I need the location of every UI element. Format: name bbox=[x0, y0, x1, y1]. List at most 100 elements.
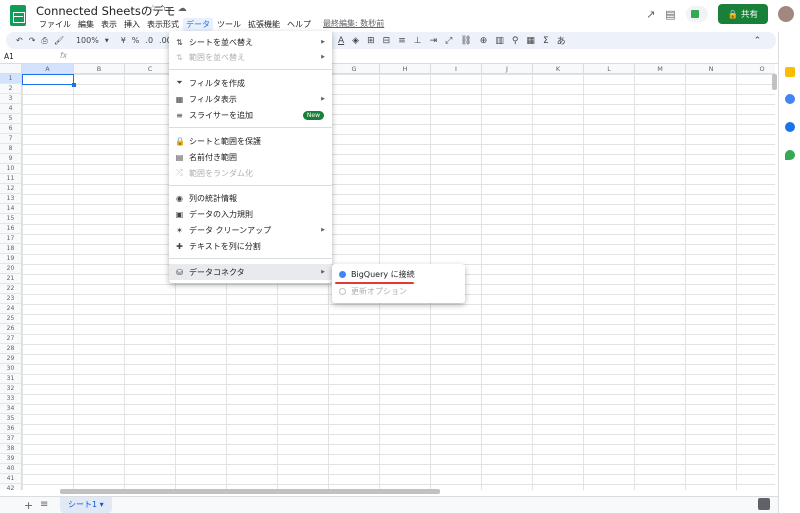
star-icon[interactable]: ☆ bbox=[149, 4, 157, 14]
column-header[interactable]: M bbox=[635, 64, 686, 74]
menu-item-data-cleanup[interactable]: ✶ データ クリーンアップ ▶ bbox=[169, 223, 332, 237]
undo-icon[interactable]: ↶ bbox=[16, 36, 23, 45]
text-color-icon[interactable]: A bbox=[338, 36, 344, 46]
row-header[interactable]: 32 bbox=[0, 384, 22, 394]
sheets-logo-icon[interactable] bbox=[10, 5, 26, 26]
fill-color-icon[interactable]: ◈ bbox=[352, 36, 359, 46]
borders-icon[interactable]: ⊞ bbox=[367, 36, 375, 46]
column-header[interactable]: I bbox=[431, 64, 482, 74]
menu-tools[interactable]: ツール bbox=[214, 18, 244, 31]
menu-edit[interactable]: 編集 bbox=[75, 18, 97, 31]
menu-view[interactable]: 表示 bbox=[98, 18, 120, 31]
print-icon[interactable]: ⎙ bbox=[41, 36, 47, 46]
currency-button[interactable]: ¥ bbox=[121, 36, 126, 45]
row-header[interactable]: 23 bbox=[0, 294, 22, 304]
explore-icon[interactable] bbox=[758, 498, 770, 510]
row-header[interactable]: 34 bbox=[0, 404, 22, 414]
redo-icon[interactable]: ↷ bbox=[29, 36, 36, 45]
column-header[interactable]: A bbox=[22, 64, 74, 74]
row-header[interactable]: 14 bbox=[0, 204, 22, 214]
vertical-scrollbar[interactable] bbox=[772, 74, 777, 90]
align-icon[interactable]: ≡ bbox=[398, 36, 406, 46]
menu-file[interactable]: ファイル bbox=[36, 18, 74, 31]
menu-item-data-validation[interactable]: ▣ データの入力規則 bbox=[169, 207, 332, 221]
percent-button[interactable]: % bbox=[132, 36, 140, 45]
row-header[interactable]: 1 bbox=[0, 74, 22, 84]
menu-item-column-stats[interactable]: ◉ 列の統計情報 bbox=[169, 191, 332, 205]
row-header[interactable]: 24 bbox=[0, 304, 22, 314]
row-header[interactable]: 13 bbox=[0, 194, 22, 204]
row-header[interactable]: 39 bbox=[0, 454, 22, 464]
row-header[interactable]: 37 bbox=[0, 434, 22, 444]
row-header[interactable]: 7 bbox=[0, 134, 22, 144]
row-header[interactable]: 17 bbox=[0, 234, 22, 244]
row-header[interactable]: 12 bbox=[0, 184, 22, 194]
maps-icon[interactable] bbox=[785, 150, 795, 160]
connect-bigquery-item[interactable]: BigQuery に接続 bbox=[332, 267, 465, 282]
merge-icon[interactable]: ⊟ bbox=[383, 36, 391, 46]
horizontal-scrollbar[interactable] bbox=[60, 489, 440, 494]
menu-item-named-ranges[interactable]: ▤ 名前付き範囲 bbox=[169, 150, 332, 164]
row-header[interactable]: 10 bbox=[0, 164, 22, 174]
row-header[interactable]: 27 bbox=[0, 334, 22, 344]
name-box[interactable]: A1 bbox=[4, 52, 14, 61]
row-header[interactable]: 19 bbox=[0, 254, 22, 264]
row-header[interactable]: 33 bbox=[0, 394, 22, 404]
insert-comment-icon[interactable]: ⊕ bbox=[480, 36, 488, 46]
tasks-icon[interactable] bbox=[785, 94, 795, 104]
row-header[interactable]: 35 bbox=[0, 414, 22, 424]
menu-item-protect[interactable]: 🔒 シートと範囲を保護 bbox=[169, 134, 332, 148]
rotate-icon[interactable]: ⤢ bbox=[445, 36, 452, 46]
row-header[interactable]: 40 bbox=[0, 464, 22, 474]
selected-cell[interactable] bbox=[22, 74, 76, 87]
row-header[interactable]: 21 bbox=[0, 274, 22, 284]
sheet-tab[interactable]: シート1 ▾ bbox=[60, 497, 112, 513]
row-header[interactable]: 26 bbox=[0, 324, 22, 334]
paint-format-icon[interactable]: 🖌 bbox=[54, 36, 64, 45]
menu-item-filter-views[interactable]: ▦ フィルタ表示 ▶ bbox=[169, 92, 332, 106]
row-header[interactable]: 36 bbox=[0, 424, 22, 434]
row-header[interactable]: 20 bbox=[0, 264, 22, 274]
comment-icon[interactable]: ▤ bbox=[665, 8, 675, 21]
row-header[interactable]: 4 bbox=[0, 104, 22, 114]
row-header[interactable]: 6 bbox=[0, 124, 22, 134]
column-header[interactable]: K bbox=[533, 64, 584, 74]
input-tools-icon[interactable]: あ bbox=[557, 34, 566, 47]
menu-data[interactable]: データ bbox=[183, 18, 213, 31]
meet-icon[interactable] bbox=[685, 6, 708, 22]
chevron-up-icon[interactable]: ⌃ bbox=[754, 36, 762, 46]
avatar[interactable] bbox=[778, 6, 794, 22]
column-header[interactable]: B bbox=[74, 64, 125, 74]
wrap-icon[interactable]: ⇥ bbox=[430, 36, 438, 46]
row-header[interactable]: 18 bbox=[0, 244, 22, 254]
link-icon[interactable]: ⛓ bbox=[460, 36, 471, 46]
keep-icon[interactable] bbox=[785, 67, 795, 77]
row-header[interactable]: 38 bbox=[0, 444, 22, 454]
filter-toolbar-icon[interactable]: ⚲ bbox=[512, 36, 519, 46]
row-header[interactable]: 30 bbox=[0, 364, 22, 374]
row-header[interactable]: 41 bbox=[0, 474, 22, 484]
column-header[interactable]: J bbox=[482, 64, 533, 74]
last-edit-link[interactable]: 最終編集: 数秒前 bbox=[323, 18, 384, 31]
zoom-select[interactable]: 100% bbox=[76, 36, 99, 45]
row-header[interactable]: 28 bbox=[0, 344, 22, 354]
functions-icon[interactable]: Σ bbox=[543, 36, 549, 46]
menu-item-data-connectors[interactable]: ⛁ データコネクタ ▶ bbox=[169, 264, 332, 280]
row-header[interactable]: 5 bbox=[0, 114, 22, 124]
add-sheet-icon[interactable]: + bbox=[24, 499, 33, 512]
valign-icon[interactable]: ⊥ bbox=[414, 36, 422, 46]
column-header[interactable]: G bbox=[329, 64, 380, 74]
menu-item-add-slicer[interactable]: ≡ スライサーを追加 New bbox=[169, 108, 332, 122]
move-folder-icon[interactable]: ▭ bbox=[163, 4, 172, 14]
trending-icon[interactable]: ↗ bbox=[646, 8, 655, 21]
row-header[interactable]: 22 bbox=[0, 284, 22, 294]
column-header[interactable]: H bbox=[380, 64, 431, 74]
row-header[interactable]: 16 bbox=[0, 224, 22, 234]
row-header[interactable]: 42 bbox=[0, 484, 22, 490]
share-button[interactable]: 🔒 共有 bbox=[717, 4, 768, 24]
all-sheets-icon[interactable]: ≡ bbox=[40, 499, 48, 510]
cloud-icon[interactable]: ☁ bbox=[178, 4, 187, 14]
menu-item-create-filter[interactable]: ⏷ フィルタを作成 bbox=[169, 76, 332, 90]
row-header[interactable]: 29 bbox=[0, 354, 22, 364]
row-header[interactable]: 2 bbox=[0, 84, 22, 94]
